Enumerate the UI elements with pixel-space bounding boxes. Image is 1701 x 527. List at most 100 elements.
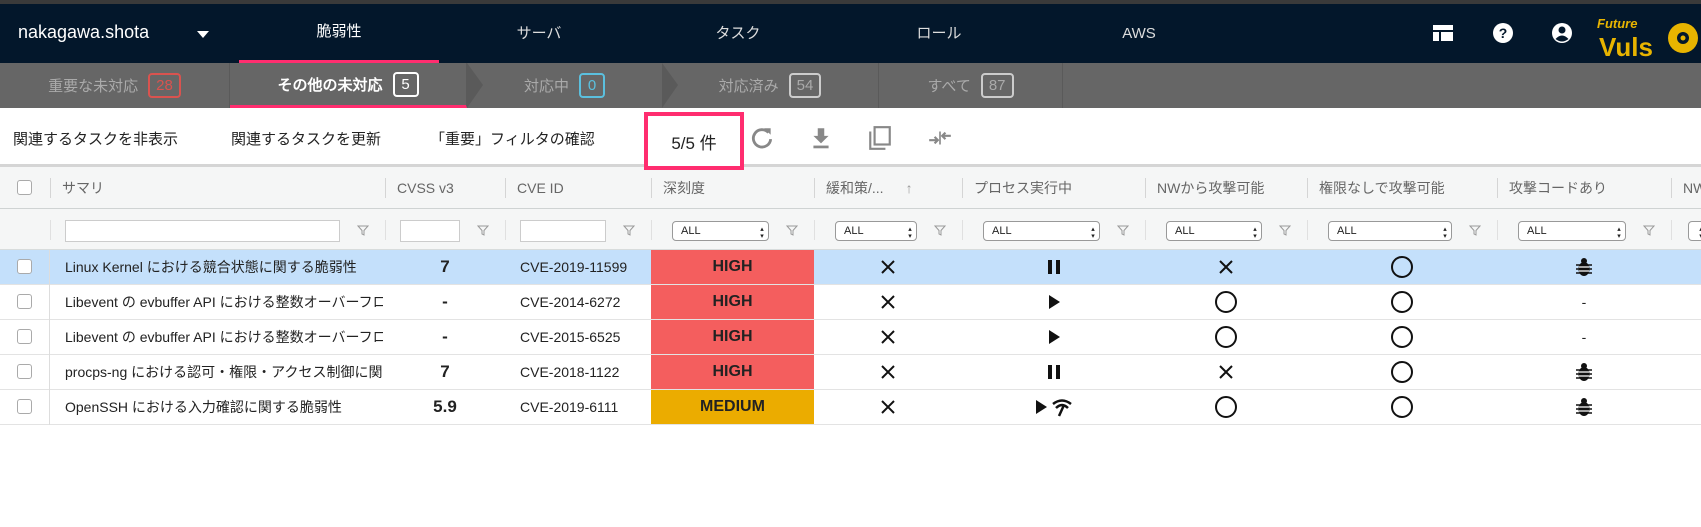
column-nw-more[interactable]: NW [1671,167,1701,209]
filter-select[interactable]: ALL [983,221,1100,241]
column-process-running[interactable]: プロセス実行中 [962,167,1145,209]
nav-tasks[interactable]: タスク [638,4,838,63]
svg-text:Future: Future [1597,16,1637,31]
chevron-down-icon[interactable] [197,31,209,38]
count-badge: 54 [788,73,822,98]
no-privilege-cell [1307,250,1497,284]
tab-other-open[interactable]: その他の未対応 5 [230,63,467,108]
filter-select[interactable]: ALL [835,221,917,241]
cvss-cell: 5.9 [433,397,457,416]
tab-resolved[interactable]: 対応済み 54 [662,63,879,108]
summary-cell[interactable]: Libevent の evbuffer API における整数オーバーフロー [65,320,383,354]
column-network-attackable[interactable]: NWから攻撃可能 [1145,167,1307,209]
process-cell [962,355,1145,389]
network-cell [1145,390,1307,424]
exploit-cell [1497,355,1671,389]
row-checkbox[interactable] [17,294,32,309]
column-summary[interactable]: サマリ [50,167,385,209]
svg-text:Vuls: Vuls [1599,32,1653,60]
filter-input[interactable] [520,220,606,242]
cve-id-cell[interactable]: CVE-2019-11599 [520,250,651,284]
help-icon[interactable]: ? [1492,22,1514,44]
row-checkbox[interactable] [17,259,32,274]
copy-icon[interactable] [867,125,893,151]
column-severity[interactable]: 深刻度 [651,167,814,209]
filter-icon[interactable] [934,224,946,236]
column-exploit[interactable]: 攻撃コードあり [1497,167,1671,209]
table-row[interactable]: OpenSSH における入力確認に関する脆弱性 5.9 CVE-2019-611… [0,390,1701,425]
cross-icon [1219,260,1233,274]
filter-icon[interactable] [623,224,635,236]
user-menu[interactable]: nakagawa.shota [18,22,149,43]
hide-related-tasks-button[interactable]: 関連するタスクを非表示 [13,128,178,149]
nav-vulnerabilities[interactable]: 脆弱性 [239,4,439,63]
layout-icon[interactable] [1432,22,1454,44]
sort-ascending-icon[interactable]: ↑ [906,180,913,196]
summary-cell[interactable]: procps-ng における認可・権限・アクセス制御に関する脆弱性 [65,355,383,389]
tab-all[interactable]: すべて 87 [879,63,1063,108]
cve-id-cell[interactable]: CVE-2014-6272 [520,285,651,319]
summary-cell[interactable]: OpenSSH における入力確認に関する脆弱性 [65,390,383,424]
filter-icon[interactable] [357,224,369,236]
check-important-filter-button[interactable]: 「重要」フィルタの確認 [430,128,595,149]
compress-icon[interactable] [927,125,953,151]
filter-icon[interactable] [1279,224,1291,236]
refresh-icon[interactable] [749,125,775,151]
column-cvss[interactable]: CVSS v3 [385,167,505,209]
row-divider [49,320,50,355]
network-cell [1145,320,1307,354]
table-row[interactable]: procps-ng における認可・権限・アクセス制御に関する脆弱性 7 CVE-… [0,355,1701,390]
select-all-checkbox[interactable] [17,180,32,195]
column-cve-id[interactable]: CVE ID [505,167,651,209]
summary-cell[interactable]: Linux Kernel における競合状態に関する脆弱性 [65,250,383,284]
filter-select[interactable]: ALL [1518,221,1626,241]
update-related-tasks-button[interactable]: 関連するタスクを更新 [231,128,381,149]
process-cell [962,320,1145,354]
filter-icon[interactable] [1117,224,1129,236]
tab-label: 対応済み [718,78,779,95]
circle-icon [1391,326,1413,348]
tab-important-open[interactable]: 重要な未対応 28 [0,63,230,108]
circle-icon [1391,396,1413,418]
bug-icon [1576,363,1592,381]
account-icon[interactable] [1551,22,1573,44]
table-row[interactable]: Libevent の evbuffer API における整数オーバーフロー - … [0,320,1701,355]
tab-in-progress[interactable]: 対応中 0 [467,63,662,108]
row-checkbox[interactable] [17,329,32,344]
cve-id-cell[interactable]: CVE-2015-6525 [520,320,651,354]
row-divider [49,250,50,285]
filter-icon[interactable] [786,224,798,236]
column-mitigation[interactable]: 緩和策/... ↑ [814,167,962,209]
download-icon[interactable] [808,125,834,151]
filter-icon[interactable] [1643,224,1655,236]
toolbar: 関連するタスクを非表示 関連するタスクを更新 「重要」フィルタの確認 5/5 件 [0,108,1701,170]
filter-input[interactable] [400,220,460,242]
row-checkbox[interactable] [17,364,32,379]
cve-id-cell[interactable]: CVE-2019-6111 [520,390,651,424]
futurevuls-logo[interactable]: Future Vuls [1595,12,1699,60]
cve-id-cell[interactable]: CVE-2018-1122 [520,355,651,389]
filter-input[interactable] [65,220,340,242]
cross-icon [881,295,895,309]
nav-aws[interactable]: AWS [1039,4,1239,63]
nav-servers[interactable]: サーバ [439,4,639,63]
column-no-privilege[interactable]: 権限なしで攻撃可能 [1307,167,1497,209]
exploit-cell [1497,250,1671,284]
filter-icon[interactable] [1469,224,1481,236]
circle-icon [1391,291,1413,313]
play-icon [1048,330,1060,344]
summary-cell[interactable]: Libevent の evbuffer API における整数オーバーフロー [65,285,383,319]
nav-roles[interactable]: ロール [839,4,1039,63]
filter-select[interactable]: ALL [1328,221,1452,241]
row-checkbox[interactable] [17,399,32,414]
table-row[interactable]: Linux Kernel における競合状態に関する脆弱性 7 CVE-2019-… [0,250,1701,285]
circle-icon [1215,291,1237,313]
filter-icon[interactable] [477,224,489,236]
mitigation-cell [814,250,962,284]
filter-select[interactable]: ALL [1166,221,1262,241]
table-row[interactable]: Libevent の evbuffer API における整数オーバーフロー - … [0,285,1701,320]
tab-label: その他の未対応 [277,76,383,94]
severity-badge: HIGH [651,285,814,319]
filter-select[interactable]: ALL [672,221,769,241]
filter-select[interactable] [1688,221,1701,241]
